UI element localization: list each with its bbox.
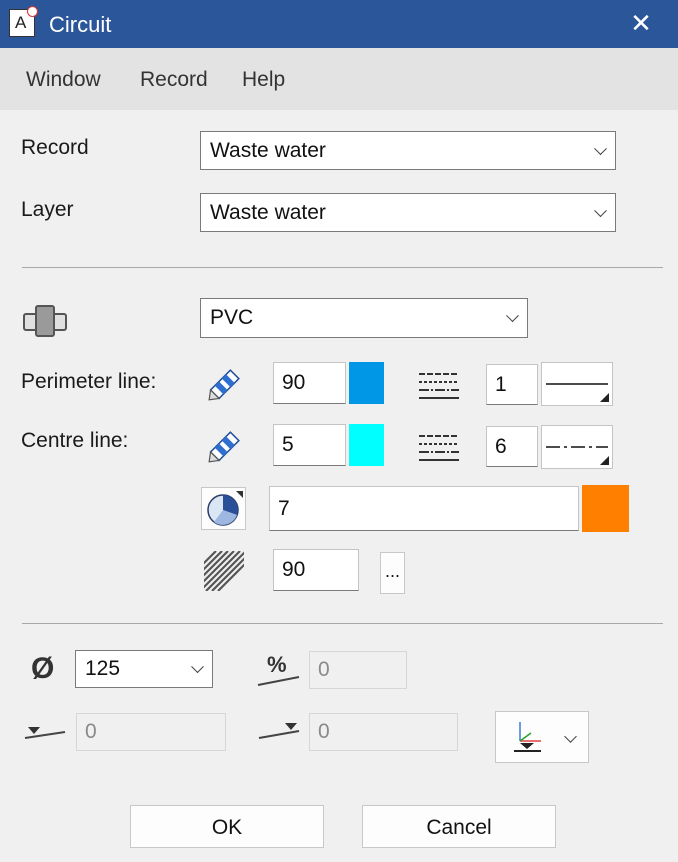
menu-bar: [0, 48, 678, 110]
perimeter-color-swatch[interactable]: [349, 362, 384, 404]
menu-window[interactable]: Window: [26, 68, 101, 92]
elevation-start-input[interactable]: 0: [76, 713, 226, 751]
pipe-joint-icon: [22, 303, 70, 339]
fill-input[interactable]: 7: [269, 486, 579, 531]
elevation-end-value: 0: [318, 720, 330, 743]
elevation-start-icon: [23, 722, 67, 742]
axis-icon: [514, 722, 541, 752]
hatch-icon: [204, 551, 244, 591]
layer-select[interactable]: Waste water: [200, 193, 616, 232]
diameter-icon: Ø: [31, 652, 55, 685]
pen-icon[interactable]: [203, 426, 245, 468]
diameter-select-value: 125: [85, 657, 121, 680]
perimeter-linetype-input[interactable]: 1: [486, 364, 538, 405]
slope-percent-input[interactable]: 0: [309, 651, 407, 689]
dropdown-corner-icon: [600, 456, 609, 465]
slope-percent-value: 0: [318, 658, 330, 681]
material-select[interactable]: PVC: [200, 298, 528, 338]
diameter-select[interactable]: 125: [75, 650, 213, 688]
hatch-more-button[interactable]: ...: [380, 552, 405, 594]
line-type-icon[interactable]: [417, 368, 461, 402]
chevron-down-icon: [594, 203, 607, 217]
cancel-button[interactable]: Cancel: [362, 805, 556, 848]
line-type-icon[interactable]: [417, 430, 461, 464]
centre-line-label: Centre line:: [21, 429, 129, 452]
centre-linetype-value: 6: [495, 434, 507, 458]
chevron-down-icon: [191, 660, 204, 674]
chevron-down-icon: [506, 309, 519, 323]
perimeter-linestyle-picker[interactable]: [541, 362, 613, 406]
perimeter-line-label: Perimeter line:: [21, 370, 157, 393]
hatch-value: 90: [282, 558, 306, 581]
menu-record[interactable]: Record: [140, 68, 208, 92]
slope-percent-icon: %: [257, 652, 301, 688]
fill-color-swatch[interactable]: [582, 485, 629, 532]
perimeter-linetype-value: 1: [495, 372, 507, 396]
pen-icon[interactable]: [203, 364, 245, 406]
window-title: Circuit: [49, 12, 112, 37]
centre-pen-input[interactable]: 5: [273, 424, 346, 466]
perimeter-pen-value: 90: [282, 371, 306, 394]
centre-color-swatch[interactable]: [349, 424, 384, 466]
elevation-start-value: 0: [85, 720, 97, 743]
fill-pattern-button[interactable]: [201, 487, 246, 530]
centre-pen-value: 5: [282, 433, 294, 456]
material-select-value: PVC: [210, 306, 254, 329]
close-button[interactable]: ✕: [626, 8, 656, 38]
fill-value: 7: [278, 496, 290, 520]
layer-select-value: Waste water: [210, 200, 326, 224]
elevation-end-icon: [257, 720, 301, 742]
pie-chart-icon: [207, 491, 243, 526]
app-badge-icon: [27, 6, 38, 17]
hatch-input[interactable]: 90: [273, 549, 359, 591]
chevron-down-icon: [564, 730, 577, 743]
record-select[interactable]: Waste water: [200, 131, 616, 170]
centre-linestyle-picker[interactable]: [541, 425, 613, 469]
app-icon-letter: A: [15, 13, 27, 32]
divider: [22, 623, 663, 624]
perimeter-pen-input[interactable]: 90: [273, 362, 346, 404]
menu-help[interactable]: Help: [242, 68, 285, 92]
ok-button[interactable]: OK: [130, 805, 324, 848]
record-label: Record: [21, 136, 89, 159]
axis-dropdown[interactable]: [495, 711, 589, 763]
elevation-end-input[interactable]: 0: [309, 713, 458, 751]
centre-linetype-input[interactable]: 6: [486, 426, 538, 467]
layer-label: Layer: [21, 198, 74, 221]
app-icon: A: [9, 6, 38, 37]
divider: [22, 267, 663, 268]
dropdown-corner-icon: [600, 393, 609, 402]
record-select-value: Waste water: [210, 138, 326, 162]
chevron-down-icon: [594, 141, 607, 155]
